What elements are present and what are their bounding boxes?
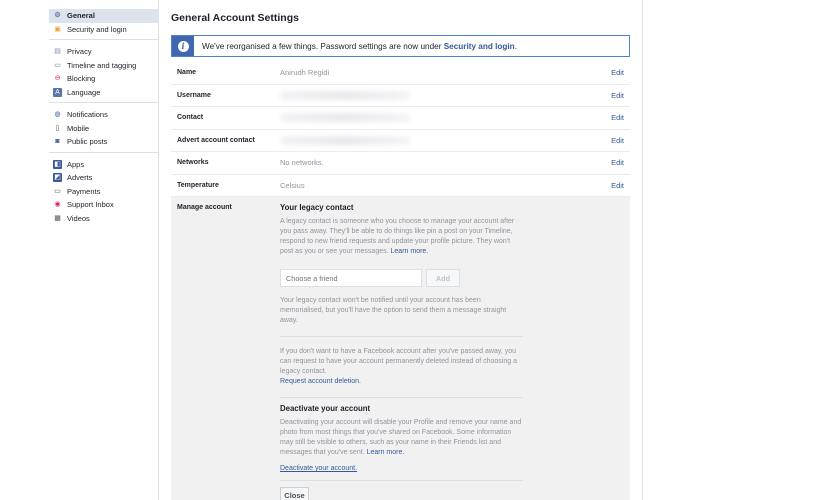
row-label: Advert account contact [177, 136, 255, 144]
sidebar-item-adverts[interactable]: ◩ Adverts [49, 171, 159, 185]
sidebar-item-label: Security and login [67, 24, 127, 34]
close-button[interactable]: Close [280, 487, 309, 500]
deactivate-learn-more-link[interactable]: Learn more. [367, 449, 405, 456]
sidebar-item-security-and-login[interactable]: ▣ Security and login [49, 23, 159, 37]
rss-icon: ◙ [55, 138, 60, 146]
security-login-link[interactable]: Security and login [444, 42, 515, 51]
row-label: Name [177, 69, 197, 77]
globe-icon: ◍ [54, 111, 61, 119]
gears-icon: ⚙ [54, 12, 61, 20]
redacted-value [280, 113, 410, 123]
legacy-contact-description: A legacy contact is someone who you choo… [280, 218, 515, 255]
info-banner: i We've reorganised a few things. Passwo… [171, 35, 630, 57]
choose-friend-input[interactable] [280, 269, 422, 287]
apps-icon: ◧ [53, 159, 62, 169]
settings-row-networks: Networks No networks. Edit [171, 152, 630, 175]
row-label: Networks [177, 159, 209, 167]
info-icon: i [172, 36, 194, 56]
sidebar-item-label: Payments [67, 186, 101, 196]
lock-icon: ▤ [54, 48, 61, 56]
sidebar-group: ◍ Notifications ▯ Mobile ◙ Public posts [49, 108, 159, 153]
sidebar-item-label: Adverts [67, 173, 93, 183]
edit-link[interactable]: Edit [611, 91, 624, 100]
sidebar-item-label: General [67, 11, 95, 21]
language-icon: A [53, 87, 62, 97]
sidebar-item-public-posts[interactable]: ◙ Public posts [49, 135, 159, 149]
timeline-icon: ▭ [54, 61, 61, 69]
sidebar-item-payments[interactable]: ▭ Payments [49, 185, 159, 199]
settings-sidebar: ⚙ General ▣ Security and login ▤ Privacy ▭ Time… [49, 9, 159, 233]
deactivate-account-link[interactable]: Deactivate your account. [280, 464, 523, 474]
manage-account-panel: Your legacy contact A legacy contact is … [280, 203, 523, 500]
edit-link[interactable]: Edit [611, 181, 624, 190]
sidebar-item-support-inbox[interactable]: ◉ Support Inbox [49, 198, 159, 212]
sidebar-item-blocking[interactable]: ⊖ Blocking [49, 72, 159, 86]
sidebar-item-notifications[interactable]: ◍ Notifications [49, 108, 159, 122]
settings-row-username: Username Edit [171, 85, 630, 107]
row-label: Username [177, 91, 211, 99]
sidebar-item-label: Mobile [67, 123, 90, 133]
deactivate-description: Deactivating your account will disable y… [280, 419, 522, 456]
row-label: Temperature [177, 181, 219, 189]
sidebar-item-label: Timeline and tagging [67, 60, 137, 70]
adverts-icon: ◩ [53, 173, 62, 183]
separator [280, 336, 523, 337]
sidebar-item-label: Language [67, 87, 101, 97]
sidebar-item-apps[interactable]: ◧ Apps [49, 158, 159, 172]
manage-account-section: Manage account Your legacy contact A leg… [171, 197, 630, 500]
sidebar-item-videos[interactable]: ▦ Videos [49, 212, 159, 226]
separator [280, 397, 523, 398]
lifebuoy-icon: ◉ [54, 201, 61, 209]
sidebar-item-general[interactable]: ⚙ General [49, 9, 159, 23]
page-title: General Account Settings [171, 12, 299, 24]
sidebar-group: ◧ Apps ◩ Adverts ▭ Payments ◉ Support Inbox ▦ Vid… [49, 158, 159, 229]
film-icon: ▦ [54, 214, 61, 222]
settings-table: Name Anirudh Regidi Edit Username Edit Contac… [171, 62, 630, 197]
sidebar-group: ▤ Privacy ▭ Timeline and tagging ⊖ Blocking A L… [49, 45, 159, 103]
settings-row-temperature: Temperature Celsius Edit [171, 175, 630, 197]
block-icon: ⊖ [54, 75, 61, 83]
sidebar-item-label: Support Inbox [67, 200, 114, 210]
sidebar-item-label: Notifications [67, 110, 108, 120]
request-deletion-link[interactable]: Request account deletion. [280, 377, 523, 387]
badge-icon: ▣ [54, 25, 61, 33]
edit-link[interactable]: Edit [611, 158, 624, 167]
sidebar-item-language[interactable]: A Language [49, 86, 159, 100]
edit-link[interactable]: Edit [611, 113, 624, 122]
card-icon: ▭ [54, 187, 61, 195]
row-value: Anirudh Regidi [280, 68, 330, 78]
settings-row-name: Name Anirudh Regidi Edit [171, 62, 630, 85]
sidebar-item-label: Videos [67, 213, 90, 223]
content-divider [642, 0, 643, 500]
sidebar-item-timeline-and-tagging[interactable]: ▭ Timeline and tagging [49, 59, 159, 73]
edit-link[interactable]: Edit [611, 68, 624, 77]
deletion-description: If you don't want to have a Facebook acc… [280, 348, 517, 375]
row-label: Contact [177, 114, 204, 122]
manage-account-label: Manage account [177, 204, 232, 211]
settings-row-contact: Contact Edit [171, 107, 630, 130]
legacy-note: Your legacy contact won't be notified un… [280, 297, 507, 324]
deactivate-heading: Deactivate your account [280, 404, 371, 413]
sidebar-group: ⚙ General ▣ Security and login [49, 9, 159, 40]
sidebar-item-label: Privacy [67, 47, 92, 57]
legacy-contact-heading: Your legacy contact [280, 203, 354, 212]
edit-link[interactable]: Edit [611, 136, 624, 145]
redacted-value [280, 90, 410, 100]
mobile-icon: ▯ [55, 124, 60, 132]
sidebar-item-privacy[interactable]: ▤ Privacy [49, 45, 159, 59]
sidebar-item-label: Apps [67, 159, 85, 169]
sidebar-item-label: Blocking [67, 74, 96, 84]
legacy-learn-more-link[interactable]: Learn more. [391, 248, 429, 255]
row-value: Celsius [280, 180, 305, 190]
settings-row-advert-account-contact: Advert account contact Edit [171, 130, 630, 152]
sidebar-item-label: Public posts [67, 137, 108, 147]
separator [280, 480, 523, 481]
banner-text: We've reorganised a few things. Password… [202, 41, 517, 51]
row-value: No networks. [280, 158, 324, 168]
add-legacy-contact-button[interactable]: Add [426, 269, 460, 287]
redacted-value [280, 135, 410, 145]
sidebar-item-mobile[interactable]: ▯ Mobile [49, 122, 159, 136]
